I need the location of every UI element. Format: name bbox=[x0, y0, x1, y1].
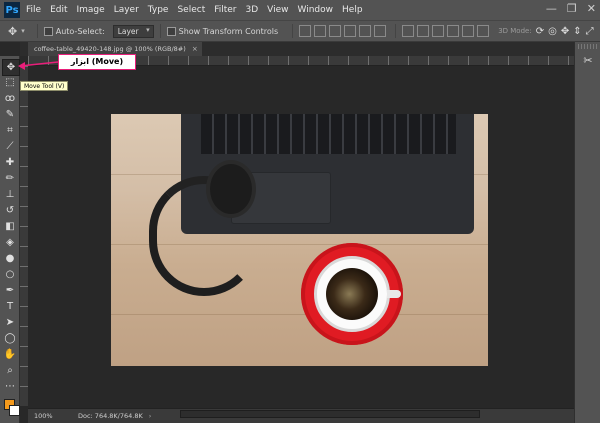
align-middle-icon[interactable] bbox=[314, 25, 327, 37]
minimize-button[interactable]: — bbox=[546, 2, 557, 15]
tool-preset-chevron-icon[interactable]: ▾ bbox=[21, 27, 25, 35]
document-size: Doc: 764.8K/764.8K bbox=[78, 412, 143, 420]
auto-select-label: Auto-Select: bbox=[55, 26, 105, 36]
document-image[interactable] bbox=[111, 114, 488, 366]
right-panel-dock: ✂ bbox=[574, 42, 600, 423]
menu-window[interactable]: Window bbox=[298, 0, 334, 20]
laptop-keyboard bbox=[201, 114, 456, 154]
annotation-callout: ابزار (Move) bbox=[58, 54, 136, 70]
coffee-liquid bbox=[326, 268, 378, 320]
menu-type[interactable]: Type bbox=[148, 0, 169, 20]
history-brush-tool-icon[interactable]: ↺ bbox=[2, 203, 18, 218]
more-tools-icon[interactable]: ⋯ bbox=[2, 379, 18, 394]
move-icon[interactable]: ✥ bbox=[8, 25, 17, 38]
horizontal-scrollbar[interactable] bbox=[180, 410, 480, 418]
align-right-icon[interactable] bbox=[374, 25, 387, 37]
menu-select[interactable]: Select bbox=[177, 0, 205, 20]
menu-3d[interactable]: 3D bbox=[246, 0, 259, 20]
coffee-cup-handle bbox=[387, 290, 401, 298]
photoshop-logo-icon: Ps bbox=[4, 2, 20, 18]
show-transform-checkbox[interactable] bbox=[166, 26, 176, 36]
maximize-button[interactable]: ❐ bbox=[567, 2, 577, 15]
status-menu-arrow-icon[interactable]: › bbox=[149, 412, 152, 420]
distribute-bottom-icon[interactable] bbox=[432, 25, 445, 37]
headphones-earcup bbox=[206, 160, 256, 218]
lasso-tool-icon[interactable]: ꝏ bbox=[2, 91, 18, 106]
window-controls: — ❐ ✕ bbox=[546, 2, 596, 15]
arrow-head bbox=[18, 62, 25, 70]
quick-select-tool-icon[interactable]: ✎ bbox=[2, 107, 18, 122]
menu-filter[interactable]: Filter bbox=[214, 0, 236, 20]
wood-grain-line bbox=[111, 314, 488, 315]
options-divider bbox=[292, 24, 294, 38]
auto-select-dropdown[interactable]: Layer bbox=[112, 24, 154, 38]
pen-tool-icon[interactable]: ✒ bbox=[2, 283, 18, 298]
eyedropper-tool-icon[interactable]: ⟋ bbox=[2, 139, 18, 154]
auto-select-checkbox[interactable] bbox=[43, 26, 53, 36]
3d-scale-icon[interactable]: ⤢ bbox=[586, 26, 594, 37]
path-select-tool-icon[interactable]: ➤ bbox=[2, 315, 18, 330]
menu-help[interactable]: Help bbox=[342, 0, 363, 20]
zoom-tool-icon[interactable]: ⌕ bbox=[2, 363, 18, 378]
3d-slide-icon[interactable]: ⇕ bbox=[573, 26, 581, 37]
menu-file[interactable]: File bbox=[26, 0, 41, 20]
vertical-ruler[interactable] bbox=[20, 66, 28, 406]
tools-panel-icon[interactable]: ✂ bbox=[581, 54, 595, 68]
stamp-tool-icon[interactable]: ⊥ bbox=[2, 187, 18, 202]
3d-mode-label: 3D Mode: bbox=[498, 27, 532, 35]
close-window-button[interactable]: ✕ bbox=[587, 2, 596, 15]
options-bar: ✥ ▾ Auto-Select: Layer Show Transform Co… bbox=[0, 20, 600, 42]
align-bottom-icon[interactable] bbox=[329, 25, 342, 37]
crop-tool-icon[interactable]: ⌗ bbox=[2, 123, 18, 138]
3d-roll-icon[interactable]: ◎ bbox=[548, 26, 557, 37]
type-tool-icon[interactable]: T bbox=[2, 299, 18, 314]
dodge-tool-icon[interactable]: ○ bbox=[2, 267, 18, 282]
options-divider bbox=[395, 24, 397, 38]
align-left-icon[interactable] bbox=[344, 25, 357, 37]
menu-image[interactable]: Image bbox=[77, 0, 105, 20]
eraser-tool-icon[interactable]: ◧ bbox=[2, 219, 18, 234]
options-divider bbox=[159, 24, 161, 38]
distribute-right-icon[interactable] bbox=[477, 25, 490, 37]
3d-pan-icon[interactable]: ✥ bbox=[561, 26, 569, 37]
distribute-top-icon[interactable] bbox=[402, 25, 415, 37]
zoom-level[interactable]: 100% bbox=[34, 412, 66, 420]
menu-layer[interactable]: Layer bbox=[114, 0, 139, 20]
show-transform-label: Show Transform Controls bbox=[178, 26, 279, 36]
move-tool-tooltip: Move Tool (V) bbox=[20, 81, 69, 91]
healing-tool-icon[interactable]: ✚ bbox=[2, 155, 18, 170]
background-color-swatch[interactable] bbox=[9, 405, 20, 416]
blur-tool-icon[interactable]: ● bbox=[2, 251, 18, 266]
align-center-icon[interactable] bbox=[359, 25, 372, 37]
distribute-left-icon[interactable] bbox=[447, 25, 460, 37]
hand-tool-icon[interactable]: ✋ bbox=[2, 347, 18, 362]
arrow-line bbox=[19, 61, 59, 67]
coffee-cup bbox=[314, 256, 390, 332]
shape-tool-icon[interactable]: ◯ bbox=[2, 331, 18, 346]
options-divider bbox=[36, 24, 38, 38]
paint-bucket-tool-icon[interactable]: ◈ bbox=[2, 235, 18, 250]
3d-orbit-icon[interactable]: ⟳ bbox=[536, 26, 544, 37]
close-tab-icon[interactable]: × bbox=[192, 42, 198, 56]
align-top-icon[interactable] bbox=[299, 25, 312, 37]
tools-panel: ✥ ⬚ ꝏ ✎ ⌗ ⟋ ✚ ✏ ⊥ ↺ ◧ ◈ ● ○ ✒ T ➤ ◯ ✋ ⌕ … bbox=[0, 56, 20, 423]
panel-grip[interactable] bbox=[578, 44, 598, 49]
brush-tool-icon[interactable]: ✏ bbox=[2, 171, 18, 186]
menu-view[interactable]: View bbox=[267, 0, 288, 20]
menu-bar: Ps File Edit Image Layer Type Select Fil… bbox=[0, 0, 600, 20]
distribute-center-icon[interactable] bbox=[462, 25, 475, 37]
menu-edit[interactable]: Edit bbox=[50, 0, 67, 20]
distribute-middle-icon[interactable] bbox=[417, 25, 430, 37]
